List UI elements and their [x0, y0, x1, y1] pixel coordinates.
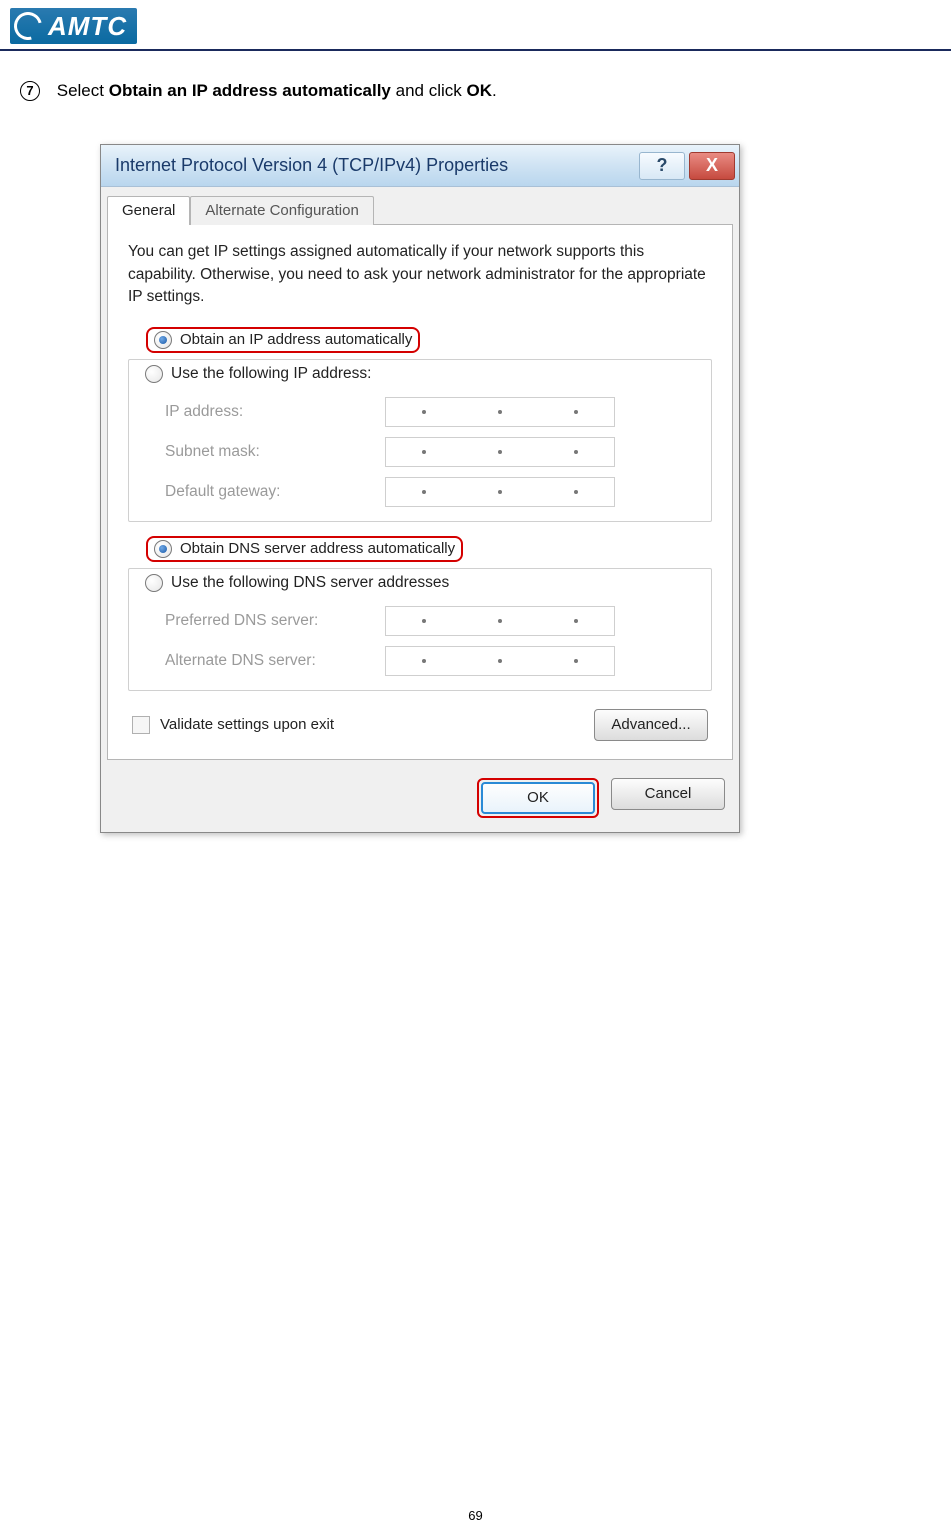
radio-obtain-ip-auto[interactable]: [154, 331, 172, 349]
checkbox-validate[interactable]: [132, 716, 150, 734]
radio-label-use-ip: Use the following IP address:: [171, 365, 371, 383]
label-preferred-dns: Preferred DNS server:: [165, 612, 365, 630]
tab-alternate-configuration[interactable]: Alternate Configuration: [190, 196, 373, 225]
logo-swirl-icon: [9, 7, 47, 45]
label-alternate-dns: Alternate DNS server:: [165, 652, 365, 670]
tab-general[interactable]: General: [107, 196, 190, 225]
intro-text: You can get IP settings assigned automat…: [128, 241, 712, 308]
instruction-bold-1: Obtain an IP address automatically: [109, 81, 391, 100]
dialog-actions: OK Cancel: [101, 770, 739, 832]
radio-label-obtain-ip-auto: Obtain an IP address automatically: [180, 331, 412, 348]
close-icon: X: [706, 155, 718, 176]
step-number-icon: 7: [20, 81, 40, 101]
highlight-ok: OK: [477, 778, 599, 818]
brand-text: AMTC: [48, 11, 127, 42]
dialog-title: Internet Protocol Version 4 (TCP/IPv4) P…: [115, 155, 508, 176]
ip-fields: IP address: Subnet mask: Default gateway…: [165, 397, 697, 507]
dns-fieldset: Use the following DNS server addresses P…: [128, 568, 712, 691]
page-number: 69: [0, 1508, 951, 1523]
advanced-button[interactable]: Advanced...: [594, 709, 708, 741]
dialog-titlebar: Internet Protocol Version 4 (TCP/IPv4) P…: [101, 145, 739, 187]
input-preferred-dns[interactable]: [385, 606, 615, 636]
help-icon: ?: [657, 155, 668, 176]
highlight-obtain-ip: Obtain an IP address automatically: [146, 327, 420, 353]
dialog-screenshot: Internet Protocol Version 4 (TCP/IPv4) P…: [0, 114, 951, 832]
instruction-prefix: Select: [57, 81, 109, 100]
window-buttons: ? X: [639, 152, 735, 180]
close-button[interactable]: X: [689, 152, 735, 180]
tab-pane-general: You can get IP settings assigned automat…: [107, 224, 733, 759]
input-ip-address[interactable]: [385, 397, 615, 427]
brand-logo: AMTC: [10, 8, 137, 44]
validate-row: Validate settings upon exit Advanced...: [128, 709, 712, 741]
page-header: AMTC: [0, 0, 951, 51]
instruction-mid: and click: [391, 81, 467, 100]
label-validate: Validate settings upon exit: [160, 716, 334, 733]
cancel-button[interactable]: Cancel: [611, 778, 725, 810]
label-default-gateway: Default gateway:: [165, 483, 365, 501]
radio-label-use-dns: Use the following DNS server addresses: [171, 574, 449, 592]
help-button[interactable]: ?: [639, 152, 685, 180]
input-alternate-dns[interactable]: [385, 646, 615, 676]
instruction-bold-2: OK: [466, 81, 492, 100]
radio-obtain-dns-auto[interactable]: [154, 540, 172, 558]
dns-fields: Preferred DNS server: Alternate DNS serv…: [165, 606, 697, 676]
instruction-suffix: .: [492, 81, 497, 100]
properties-dialog: Internet Protocol Version 4 (TCP/IPv4) P…: [100, 144, 740, 832]
highlight-obtain-dns: Obtain DNS server address automatically: [146, 536, 463, 562]
ok-button[interactable]: OK: [481, 782, 595, 814]
input-subnet-mask[interactable]: [385, 437, 615, 467]
instruction-line: 7 Select Obtain an IP address automatica…: [0, 51, 951, 114]
radio-use-ip[interactable]: [145, 365, 163, 383]
ip-fieldset: Use the following IP address: IP address…: [128, 359, 712, 522]
input-default-gateway[interactable]: [385, 477, 615, 507]
radio-label-obtain-dns-auto: Obtain DNS server address automatically: [180, 540, 455, 557]
tab-strip: General Alternate Configuration: [101, 187, 739, 224]
label-ip-address: IP address:: [165, 403, 365, 421]
radio-use-dns[interactable]: [145, 574, 163, 592]
label-subnet-mask: Subnet mask:: [165, 443, 365, 461]
